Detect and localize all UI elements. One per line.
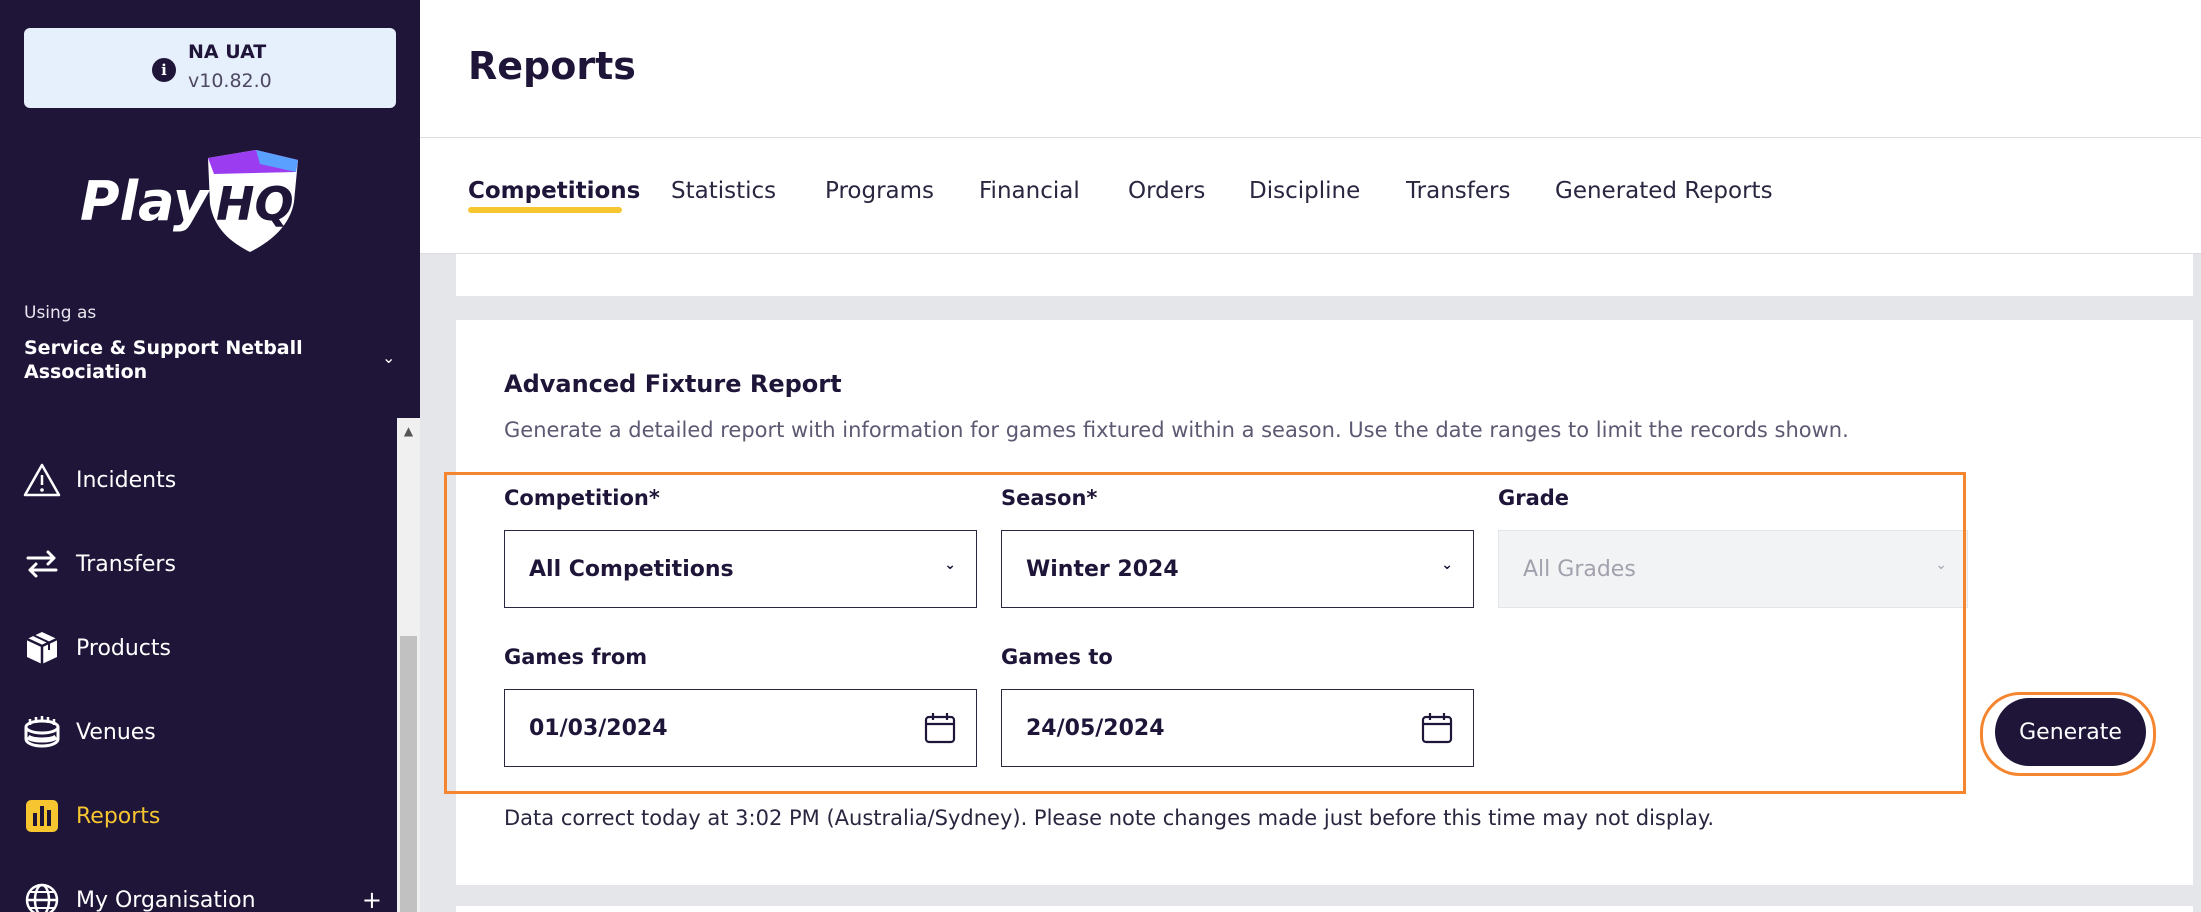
sidebar-item-label: Products — [76, 635, 171, 661]
chevron-down-icon[interactable]: ⌄ — [382, 348, 395, 367]
box-icon — [22, 628, 62, 668]
report-title: Advanced Fixture Report — [504, 370, 842, 398]
sidebar-item-incidents[interactable]: Incidents — [22, 458, 382, 502]
sidebar-item-label: Transfers — [76, 551, 176, 577]
sidebar-scrollbar[interactable]: ▲ — [397, 418, 420, 912]
tab-competitions[interactable]: Competitions — [468, 178, 640, 204]
expand-plus-icon[interactable]: + — [362, 886, 382, 912]
previous-report-card — [456, 254, 2193, 296]
sidebar-item-my-organisation[interactable]: My Organisation + — [22, 878, 382, 912]
environment-version: v10.82.0 — [188, 70, 272, 92]
sidebar-item-venues[interactable]: Venues — [22, 710, 382, 754]
tab-orders[interactable]: Orders — [1128, 178, 1205, 204]
data-freshness-note: Data correct today at 3:02 PM (Australia… — [504, 806, 1714, 830]
logo-play-text: Play — [80, 170, 211, 233]
tab-programs[interactable]: Programs — [825, 178, 934, 204]
sidebar-item-products[interactable]: Products — [22, 626, 382, 670]
report-tabs: Competitions Statistics Programs Financi… — [420, 138, 2201, 254]
report-description: Generate a detailed report with informat… — [504, 418, 1849, 442]
tab-financial[interactable]: Financial — [979, 178, 1080, 204]
sidebar: i NA UAT v10.82.0 Play HQ Using as Servi… — [0, 0, 420, 912]
next-report-card — [456, 906, 2193, 912]
info-icon: i — [152, 58, 176, 82]
sidebar-item-label: My Organisation — [76, 887, 256, 912]
sidebar-item-label: Reports — [76, 803, 161, 829]
sidebar-item-label: Venues — [76, 719, 156, 745]
active-tab-indicator — [468, 207, 622, 213]
page-header: Reports — [420, 0, 2201, 138]
sidebar-item-transfers[interactable]: Transfers — [22, 542, 382, 586]
form-fields-highlight — [444, 472, 1966, 794]
tab-discipline[interactable]: Discipline — [1249, 178, 1360, 204]
page-title: Reports — [468, 44, 636, 88]
sidebar-item-reports[interactable]: Reports — [22, 794, 382, 838]
tab-statistics[interactable]: Statistics — [671, 178, 776, 204]
warning-icon — [22, 460, 62, 500]
generate-button[interactable]: Generate — [1995, 698, 2146, 766]
scroll-up-arrow-icon[interactable]: ▲ — [397, 418, 420, 444]
tab-transfers[interactable]: Transfers — [1406, 178, 1510, 204]
globe-icon — [22, 880, 62, 912]
scroll-thumb[interactable] — [400, 636, 417, 912]
environment-badge: i NA UAT v10.82.0 — [24, 28, 396, 108]
bar-chart-icon — [22, 796, 62, 836]
playhq-logo[interactable]: Play HQ — [80, 150, 310, 260]
using-as-label: Using as — [24, 303, 97, 323]
tab-generated-reports[interactable]: Generated Reports — [1555, 178, 1773, 204]
environment-name: NA UAT — [188, 41, 267, 63]
stadium-icon — [22, 712, 62, 752]
organisation-name[interactable]: Service & Support Netball Association — [24, 336, 364, 384]
transfer-arrows-icon — [22, 544, 62, 584]
sidebar-item-label: Incidents — [76, 467, 177, 493]
logo-hq-text: HQ — [216, 177, 294, 231]
